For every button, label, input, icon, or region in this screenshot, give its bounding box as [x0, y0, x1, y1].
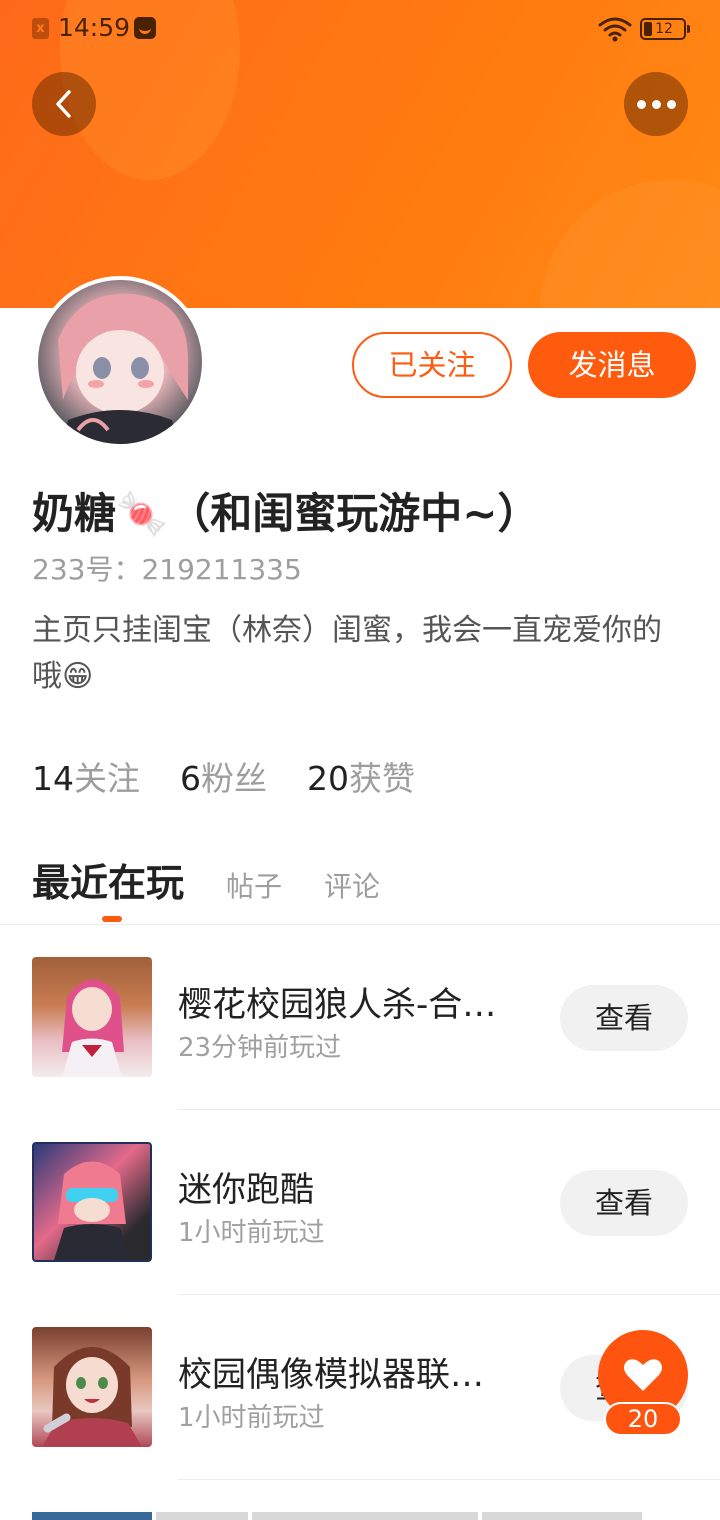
profile-stats: 14关注 6粉丝 20获赞	[32, 752, 415, 800]
stat-value: 14	[32, 759, 74, 798]
wifi-icon	[598, 17, 632, 42]
stat-value: 6	[180, 759, 201, 798]
avatar-image	[38, 280, 202, 444]
status-time: 14:59	[58, 13, 131, 42]
game-title: 樱花校园狼人杀-合…	[178, 985, 497, 1025]
send-message-button[interactable]: 发消息	[528, 332, 696, 398]
battery-icon: 12	[640, 18, 690, 40]
view-button[interactable]: 查看	[560, 1170, 688, 1236]
tab-comments[interactable]: 评论	[324, 865, 380, 905]
stat-fans[interactable]: 6粉丝	[180, 752, 267, 800]
stat-value: 20	[307, 759, 349, 798]
more-button[interactable]	[624, 72, 688, 136]
chevron-left-icon	[56, 90, 71, 118]
view-button[interactable]: 查看	[560, 985, 688, 1051]
stat-label: 关注	[74, 759, 140, 798]
avatar[interactable]	[34, 276, 206, 448]
followed-button[interactable]: 已关注	[352, 332, 512, 398]
game-played-time: 1小时前玩过	[178, 1218, 325, 1248]
game-thumbnail	[32, 1327, 152, 1447]
tab-recently-played[interactable]: 最近在玩	[32, 852, 184, 922]
game-thumbnail	[32, 957, 152, 1077]
game-thumbnail	[32, 1142, 152, 1262]
back-button[interactable]	[32, 72, 96, 136]
battery-level: 12	[655, 21, 673, 37]
stat-label: 粉丝	[201, 759, 267, 798]
list-item[interactable]: 迷你跑酷 1小时前玩过 查看	[0, 1142, 720, 1326]
stat-following[interactable]: 14关注	[32, 752, 140, 800]
notification-icon: x	[32, 18, 49, 39]
game-title: 迷你跑酷	[178, 1170, 314, 1210]
next-list-item-peek	[32, 1512, 642, 1520]
profile-bio: 主页只挂闺宝（林奈）闺蜜，我会一直宠爱你的哦😁	[32, 613, 662, 694]
tab-posts[interactable]: 帖子	[226, 865, 282, 905]
profile-id: 233号：219211335	[32, 553, 302, 586]
banner-decoration	[540, 180, 720, 308]
stat-label: 获赞	[349, 759, 415, 798]
game-played-time: 1小时前玩过	[178, 1403, 325, 1433]
heart-icon	[624, 1359, 662, 1391]
status-bar: x 14:59 12	[0, 0, 720, 58]
divider	[0, 924, 720, 925]
list-item[interactable]: 樱花校园狼人杀-合… 23分钟前玩过 查看	[0, 957, 720, 1141]
like-count-badge: 20	[604, 1402, 682, 1436]
game-played-time: 23分钟前玩过	[178, 1033, 342, 1063]
app-notification-icon	[134, 17, 156, 39]
divider	[178, 1479, 720, 1480]
divider	[178, 1109, 720, 1110]
game-title: 校园偶像模拟器联…	[178, 1355, 484, 1395]
more-dots-icon	[636, 99, 676, 109]
profile-tabs: 最近在玩 帖子 评论	[32, 852, 422, 922]
stat-likes[interactable]: 20获赞	[307, 752, 415, 800]
divider	[178, 1294, 720, 1295]
profile-name: 奶糖🍬（和闺蜜玩游中~）	[32, 489, 540, 538]
